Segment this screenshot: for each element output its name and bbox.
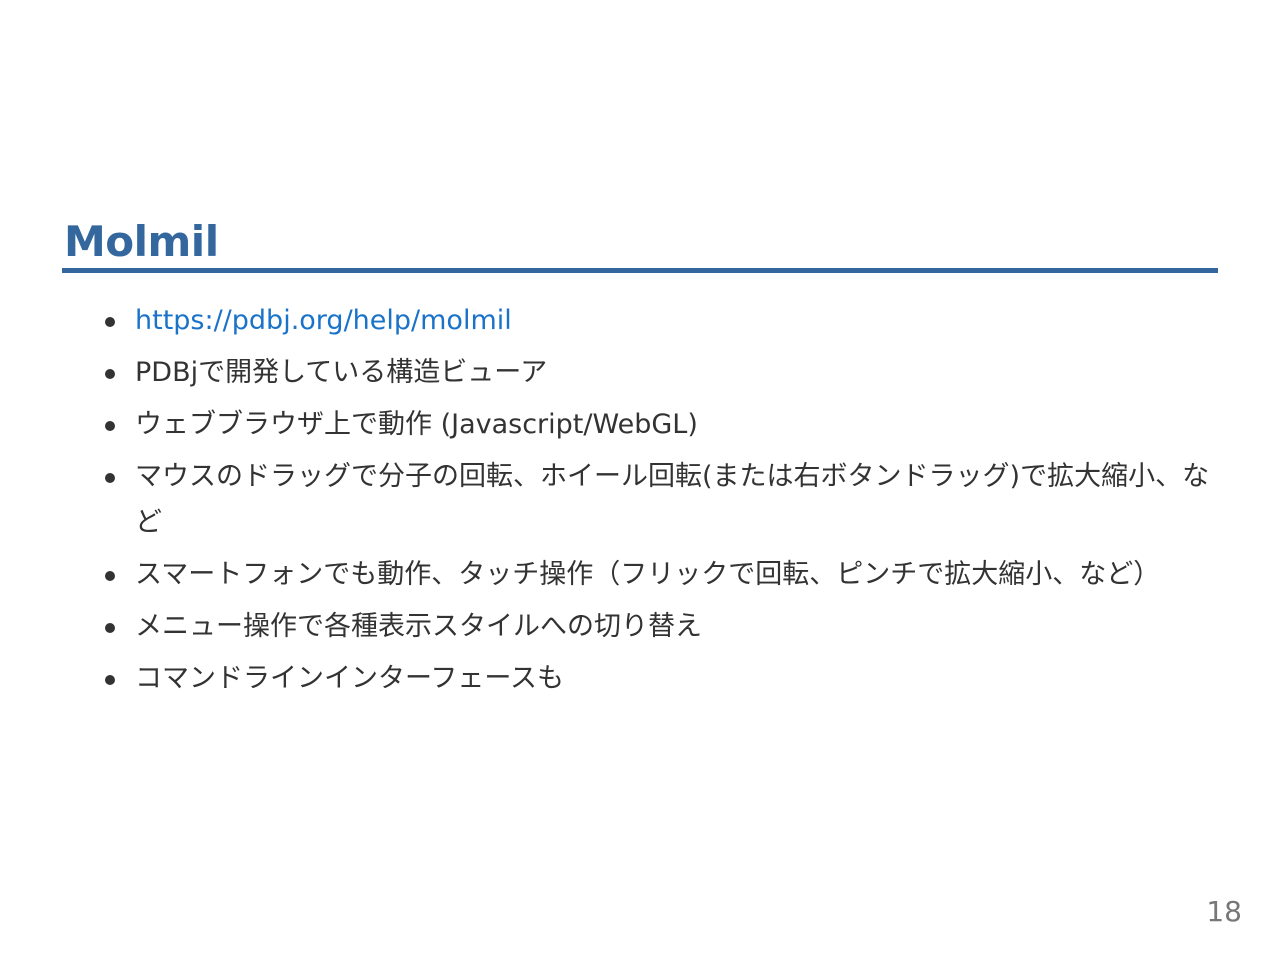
bullet-dot-icon <box>105 473 115 483</box>
bullet-item: マウスのドラッグで分子の回転、ホイール回転(または右ボタンドラッグ)で拡大縮小、… <box>100 454 1224 546</box>
bullet-item: メニュー操作で各種表示スタイルへの切り替え <box>100 604 1224 650</box>
bullet-item: PDBjで開発している構造ビューア <box>100 350 1224 396</box>
bullet-dot-icon <box>105 369 115 379</box>
title-underline <box>62 268 1218 273</box>
bullet-dot-icon <box>105 623 115 633</box>
bullet-text: メニュー操作で各種表示スタイルへの切り替え <box>135 611 702 642</box>
slide-title: Molmil <box>64 217 219 266</box>
bullet-text: PDBjで開発している構造ビューア <box>135 357 548 388</box>
page-number: 18 <box>1206 895 1242 928</box>
bullet-item: コマンドラインインターフェースも <box>100 656 1224 702</box>
slide: Molmil https://pdbj.org/help/molmil PDBj… <box>0 0 1280 960</box>
bullet-item: ウェブブラウザ上で動作 (Javascript/WebGL) <box>100 402 1224 448</box>
bullet-text: マウスのドラッグで分子の回転、ホイール回転(または右ボタンドラッグ)で拡大縮小、… <box>135 461 1210 538</box>
bullet-item-link: https://pdbj.org/help/molmil <box>100 298 1224 344</box>
bullet-item: スマートフォンでも動作、タッチ操作（フリックで回転、ピンチで拡大縮小、など） <box>100 552 1224 598</box>
bullet-list: https://pdbj.org/help/molmil PDBjで開発している… <box>100 298 1224 708</box>
bullet-text: ウェブブラウザ上で動作 (Javascript/WebGL) <box>135 409 698 440</box>
bullet-text: コマンドラインインターフェースも <box>135 663 565 694</box>
molmil-help-link[interactable]: https://pdbj.org/help/molmil <box>135 305 512 336</box>
bullet-dot-icon <box>105 421 115 431</box>
bullet-dot-icon <box>105 675 115 685</box>
bullet-dot-icon <box>105 571 115 581</box>
bullet-dot-icon <box>105 317 115 327</box>
bullet-text: スマートフォンでも動作、タッチ操作（フリックで回転、ピンチで拡大縮小、など） <box>135 559 1161 590</box>
